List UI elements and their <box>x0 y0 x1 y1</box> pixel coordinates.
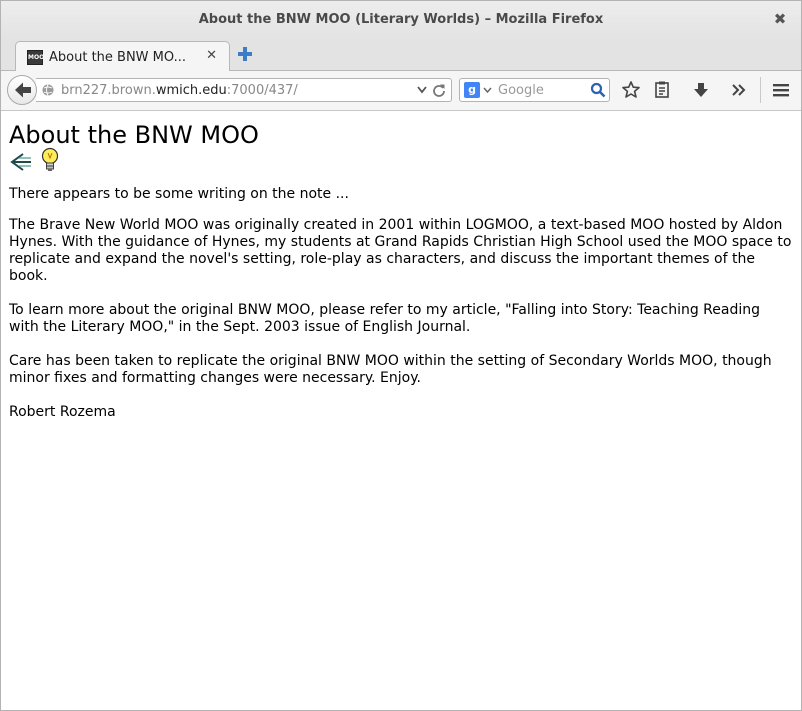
back-button[interactable] <box>7 75 37 105</box>
window-title: About the BNW MOO (Literary Worlds) – Mo… <box>198 12 604 27</box>
paragraph-origin: The Brave New World MOO was originally c… <box>9 217 792 284</box>
back-arrow-icon[interactable] <box>9 150 33 174</box>
paragraph-replication: Care has been taken to replicate the ori… <box>9 353 772 386</box>
tab-about-bnw-moo[interactable]: MOO About the BNW MO... ✕ <box>15 41 230 72</box>
title-bar: About the BNW MOO (Literary Worlds) – Mo… <box>1 1 801 40</box>
url-text[interactable]: brn227.brown.wmich.edu:7000/437/ <box>61 83 298 98</box>
chevron-down-icon[interactable] <box>417 86 427 94</box>
back-arrow-icon <box>15 82 31 98</box>
plus-icon[interactable] <box>237 46 253 62</box>
google-engine-icon[interactable]: g <box>464 82 480 98</box>
page-content: About the BNW MOO There appears to be so… <box>1 112 801 710</box>
clipboard-icon[interactable] <box>652 80 672 100</box>
search-input[interactable]: Google <box>498 83 544 98</box>
tab-close-button[interactable]: ✕ <box>206 48 217 63</box>
paragraph-article: To learn more about the original BNW MOO… <box>9 302 761 335</box>
star-icon[interactable] <box>621 80 641 100</box>
lightbulb-icon[interactable] <box>41 147 59 173</box>
url-domain: wmich.edu <box>155 83 227 98</box>
nav-bar: brn227.brown.wmich.edu:7000/437/ g Googl… <box>1 71 801 111</box>
intro-text: There appears to be some writing on the … <box>9 186 349 202</box>
browser-window: About the BNW MOO (Literary Worlds) – Mo… <box>0 0 802 711</box>
reload-icon[interactable] <box>432 83 446 97</box>
search-bar[interactable]: g Google <box>459 78 610 102</box>
search-icon[interactable] <box>590 82 606 98</box>
moo-favicon-icon: MOO <box>27 50 44 65</box>
window-close-button[interactable]: ✖ <box>772 11 788 27</box>
double-chevron-icon[interactable] <box>729 80 749 100</box>
page-title: About the BNW MOO <box>9 121 259 149</box>
url-prefix: brn227.brown. <box>61 83 156 98</box>
hamburger-icon[interactable] <box>771 80 791 100</box>
url-bar[interactable]: brn227.brown.wmich.edu:7000/437/ <box>36 78 452 102</box>
globe-icon <box>42 84 54 96</box>
tab-label: About the BNW MO... <box>49 50 186 65</box>
signature: Robert Rozema <box>9 404 116 420</box>
download-icon[interactable] <box>691 80 711 100</box>
page-icons-row <box>9 147 793 176</box>
url-suffix: :7000/437/ <box>226 83 298 98</box>
tab-strip: MOO About the BNW MO... ✕ <box>1 40 801 72</box>
chevron-down-icon[interactable] <box>483 87 492 93</box>
toolbar-separator <box>760 77 761 103</box>
